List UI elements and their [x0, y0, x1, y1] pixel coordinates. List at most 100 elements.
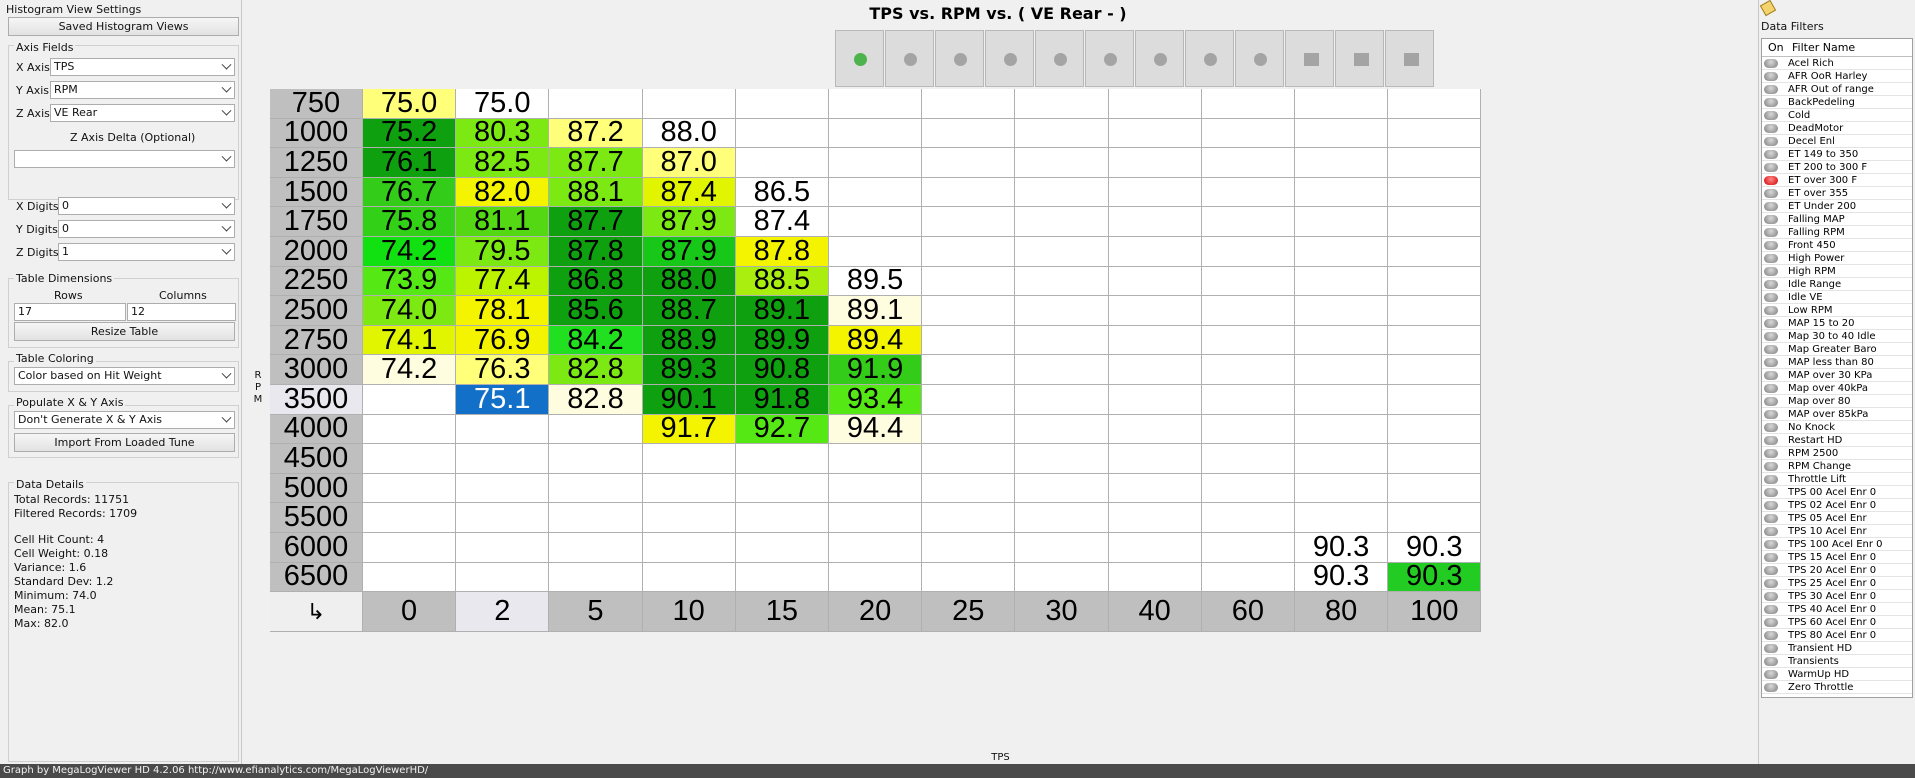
table-cell[interactable] [1015, 177, 1109, 208]
row-header[interactable]: 4000 [270, 412, 363, 444]
filter-row[interactable]: ET 200 to 300 F [1762, 161, 1912, 174]
filter-row[interactable]: Map Greater Baro [1762, 343, 1912, 356]
row-header[interactable]: 1500 [270, 176, 363, 208]
toolbar-button[interactable] [1135, 30, 1184, 87]
toggle-led-icon[interactable] [1764, 371, 1778, 380]
table-cell[interactable]: 90.1 [642, 383, 736, 415]
table-cell[interactable]: 87.7 [549, 146, 643, 178]
filter-row[interactable]: MAP less than 80 [1762, 356, 1912, 369]
table-cell[interactable]: 88.9 [642, 324, 736, 356]
toggle-led-icon[interactable] [1764, 98, 1778, 107]
table-cell[interactable] [1015, 503, 1109, 533]
filter-row[interactable]: Idle VE [1762, 291, 1912, 304]
toolbar-button[interactable] [1285, 30, 1334, 87]
table-cell[interactable]: 90.3 [1388, 531, 1482, 563]
table-cell[interactable] [1201, 385, 1295, 415]
columns-input[interactable]: 12 [127, 303, 236, 321]
toggle-led-icon[interactable] [1764, 189, 1778, 198]
table-cell[interactable]: 75.0 [456, 87, 550, 119]
table-cell[interactable] [456, 533, 550, 563]
table-cell[interactable] [456, 503, 550, 533]
toggle-led-icon[interactable] [1764, 566, 1778, 575]
table-cell[interactable] [1201, 355, 1295, 385]
row-header[interactable]: 5000 [270, 472, 363, 504]
filter-row[interactable]: High RPM [1762, 265, 1912, 278]
table-cell[interactable] [549, 533, 643, 563]
resize-table-button[interactable]: Resize Table [14, 322, 235, 341]
toolbar-button[interactable] [885, 30, 934, 87]
x-axis-select[interactable]: TPS [50, 58, 235, 76]
table-cell[interactable] [642, 473, 736, 504]
column-header[interactable]: 0 [363, 592, 457, 633]
table-cell[interactable] [922, 355, 1016, 385]
filter-row[interactable]: ET Under 200 [1762, 200, 1912, 213]
table-cell[interactable]: 86.5 [735, 176, 829, 208]
toggle-led-icon[interactable] [1764, 475, 1778, 484]
table-cell[interactable] [1015, 325, 1109, 356]
table-cell[interactable] [363, 533, 457, 563]
toggle-led-icon[interactable] [1764, 488, 1778, 497]
table-cell[interactable] [1108, 325, 1202, 356]
filter-row[interactable]: Map 30 to 40 Idle [1762, 330, 1912, 343]
filter-row[interactable]: ET 149 to 350 [1762, 148, 1912, 161]
toggle-led-icon[interactable] [1764, 449, 1778, 458]
filter-row[interactable]: ET over 300 F [1762, 174, 1912, 187]
toggle-led-icon[interactable] [1764, 150, 1778, 159]
filter-row[interactable]: Falling RPM [1762, 226, 1912, 239]
toggle-led-icon[interactable] [1764, 293, 1778, 302]
table-cell[interactable] [1201, 296, 1295, 326]
column-header[interactable]: 2 [456, 592, 550, 633]
table-cell[interactable] [363, 562, 457, 593]
table-cell[interactable] [1388, 503, 1482, 533]
toggle-led-icon[interactable] [1764, 176, 1778, 185]
table-cell[interactable] [1201, 414, 1295, 445]
table-cell[interactable] [829, 533, 923, 563]
filter-row[interactable]: TPS 02 Acel Enr 0 [1762, 499, 1912, 512]
table-cell[interactable] [456, 473, 550, 504]
toggle-led-icon[interactable] [1764, 683, 1778, 692]
y-axis-select[interactable]: RPM [50, 81, 235, 99]
table-cell[interactable] [549, 89, 643, 119]
table-cell[interactable] [922, 266, 1016, 297]
table-cell[interactable]: 91.8 [735, 383, 829, 415]
table-cell[interactable]: 90.3 [1295, 560, 1389, 592]
toggle-led-icon[interactable] [1764, 657, 1778, 666]
table-cell[interactable] [1388, 118, 1482, 149]
column-header[interactable]: 80 [1295, 592, 1389, 633]
table-cell[interactable] [1108, 562, 1202, 593]
toggle-led-icon[interactable] [1764, 501, 1778, 510]
table-cell[interactable] [829, 562, 923, 593]
toggle-led-icon[interactable] [1764, 462, 1778, 471]
filter-row[interactable]: Map over 80 [1762, 395, 1912, 408]
row-header[interactable]: 6500 [270, 560, 363, 592]
table-cell[interactable] [1108, 266, 1202, 297]
table-cell[interactable] [1108, 385, 1202, 415]
table-cell[interactable] [1015, 89, 1109, 119]
filter-row[interactable]: TPS 00 Acel Enr 0 [1762, 486, 1912, 499]
table-cell[interactable]: 91.9 [829, 353, 923, 385]
column-header[interactable]: 25 [922, 592, 1016, 633]
table-cell[interactable] [922, 89, 1016, 119]
toolbar-button[interactable] [1185, 30, 1234, 87]
table-cell[interactable] [1201, 562, 1295, 593]
toggle-led-icon[interactable] [1764, 397, 1778, 406]
table-cell[interactable] [922, 148, 1016, 178]
table-cell[interactable] [735, 473, 829, 504]
table-cell[interactable]: 82.0 [456, 176, 550, 208]
row-header[interactable]: 3000 [270, 353, 363, 385]
toggle-led-icon[interactable] [1764, 345, 1778, 354]
table-cell[interactable]: 77.4 [456, 264, 550, 296]
filter-row[interactable]: AFR OoR Harley [1762, 70, 1912, 83]
filter-row[interactable]: TPS 40 Acel Enr 0 [1762, 603, 1912, 616]
table-cell[interactable] [1201, 533, 1295, 563]
table-cell[interactable] [1108, 207, 1202, 237]
table-cell[interactable] [1295, 473, 1389, 504]
table-cell[interactable] [829, 473, 923, 504]
table-cell[interactable]: 80.3 [456, 116, 550, 148]
table-cell[interactable]: 91.7 [642, 412, 736, 444]
table-cell[interactable]: 87.4 [642, 176, 736, 208]
table-cell[interactable]: 87.8 [735, 235, 829, 267]
toggle-led-icon[interactable] [1764, 163, 1778, 172]
table-cell[interactable] [642, 503, 736, 533]
table-cell[interactable] [1295, 148, 1389, 178]
